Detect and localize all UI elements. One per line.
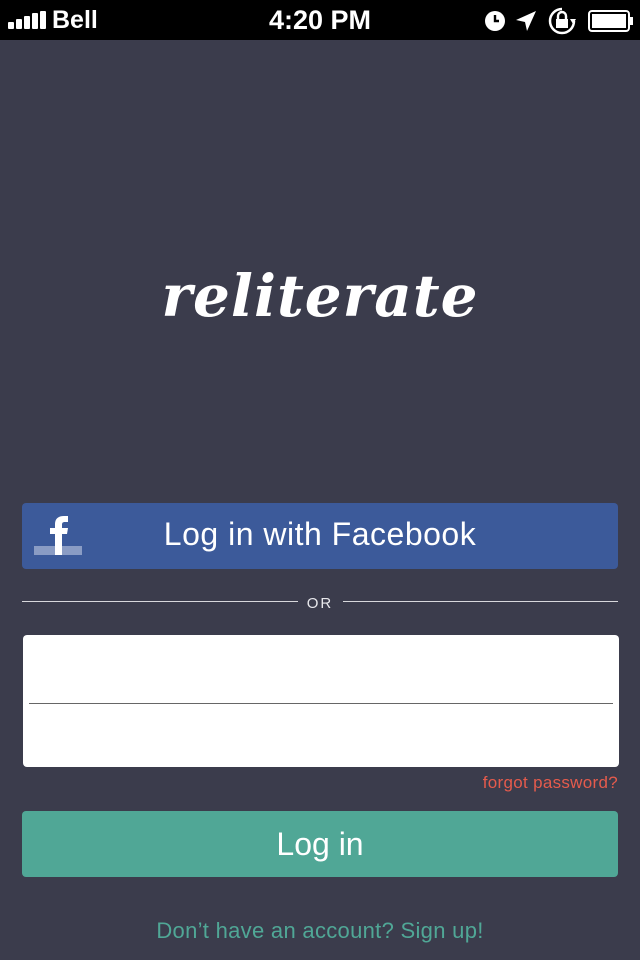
battery-icon (588, 10, 634, 37)
forgot-password-link[interactable]: forgot password? (483, 773, 618, 793)
login-form (23, 635, 619, 767)
location-arrow-icon (514, 9, 538, 38)
signup-link[interactable]: Don’t have an account? Sign up! (0, 918, 640, 944)
divider-line-right (343, 601, 618, 602)
orientation-lock-icon (546, 6, 578, 41)
or-divider-label: OR (306, 595, 334, 612)
app-logo: reliterate (161, 262, 479, 330)
username-input[interactable] (29, 637, 613, 701)
facebook-login-button[interactable]: Log in with Facebook (22, 503, 618, 569)
facebook-login-label: Log in with Facebook (163, 516, 477, 552)
status-bar: Bell 4:20 PM (0, 0, 640, 40)
login-button[interactable]: Log in (22, 811, 618, 877)
clock-icon (484, 10, 506, 37)
password-input[interactable] (29, 703, 613, 767)
status-time: 4:20 PM (268, 5, 372, 35)
